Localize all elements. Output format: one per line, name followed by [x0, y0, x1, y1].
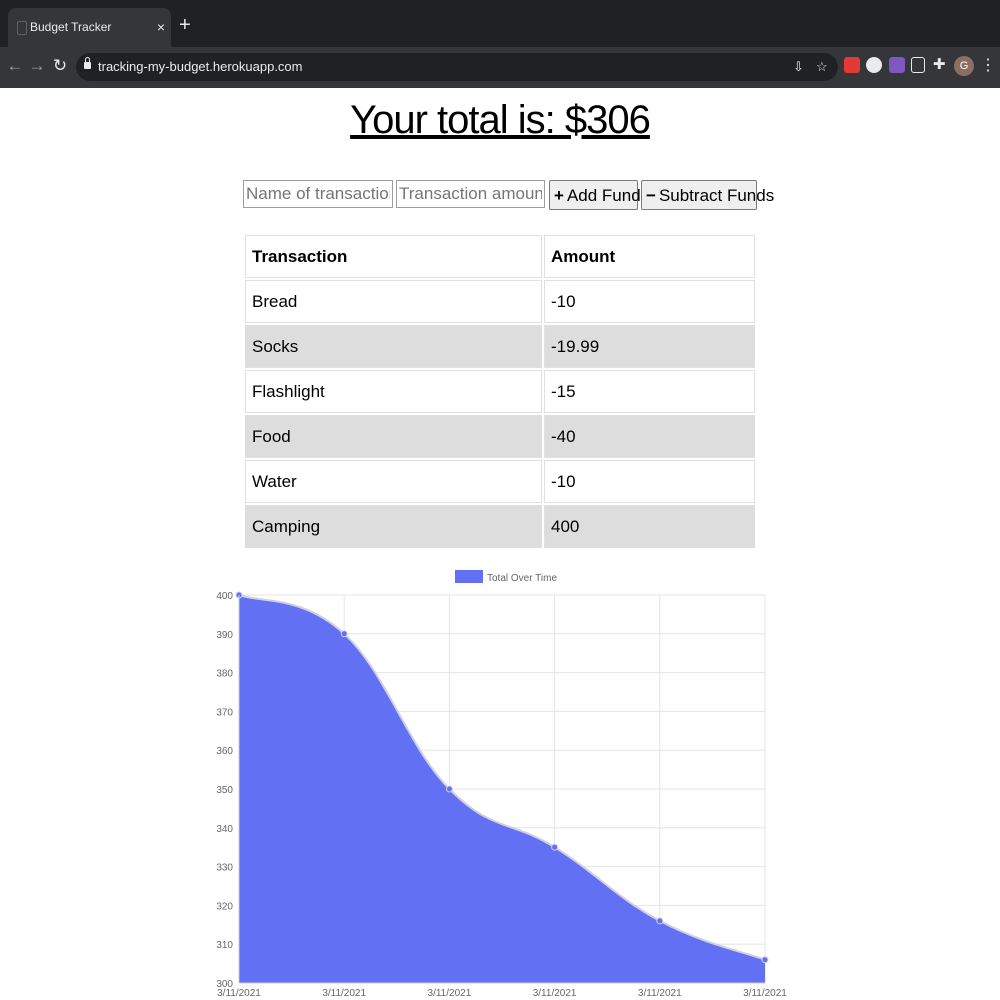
browser-tab-bar: Budget Tracker × + [0, 0, 1000, 47]
back-icon[interactable]: ← [5, 56, 25, 76]
install-icon[interactable]: ⇩ [793, 57, 804, 77]
extension-icon-bars[interactable] [889, 57, 905, 73]
avatar[interactable]: G [954, 56, 974, 76]
y-tick-label: 340 [216, 824, 233, 835]
y-tick-label: 380 [216, 669, 233, 680]
extension-icon-red[interactable] [844, 57, 860, 73]
y-tick-label: 370 [216, 707, 233, 718]
data-point [761, 956, 769, 964]
add-funds-label: Add Funds [566, 185, 650, 205]
table-row: Socks -19.99 [245, 325, 755, 368]
transaction-amount-cell: 400 [544, 505, 755, 548]
transaction-name-cell: Flashlight [245, 370, 542, 413]
transaction-name-cell: Food [245, 415, 542, 458]
table-row: Camping 400 [245, 505, 755, 548]
transaction-amount-cell: -19.99 [544, 325, 755, 368]
transaction-amount-cell: -15 [544, 370, 755, 413]
forward-icon[interactable]: → [27, 56, 47, 76]
transaction-name-cell: Camping [245, 505, 542, 548]
extension-icon-circle[interactable] [866, 57, 882, 73]
x-tick-label: 3/11/2021 [638, 988, 682, 999]
bookmark-star-icon[interactable]: ☆ [816, 57, 828, 77]
x-tick-label: 3/11/2021 [217, 988, 261, 999]
data-point [656, 917, 664, 925]
chart-svg: 4003903803703603503403303203103003/11/20… [216, 570, 787, 999]
transaction-name-cell: Water [245, 460, 542, 503]
transaction-amount-input[interactable] [396, 180, 545, 208]
data-point [340, 630, 348, 638]
table-row: Bread -10 [245, 280, 755, 323]
y-tick-label: 330 [216, 863, 233, 874]
column-header-transaction: Transaction [245, 235, 542, 278]
page-content: Your total is: $306 +Add Funds −Subtract… [0, 88, 1000, 1000]
x-tick-label: 3/11/2021 [533, 988, 577, 999]
transactions-table: Transaction Amount Bread -10 Socks -19.9… [243, 233, 757, 550]
transaction-name-input[interactable] [243, 180, 393, 208]
url-text: tracking-my-budget.herokuapp.com [98, 59, 303, 74]
x-tick-label: 3/11/2021 [322, 988, 366, 999]
y-tick-label: 350 [216, 785, 233, 796]
close-tab-icon[interactable]: × [157, 17, 165, 37]
extensions-puzzle-icon[interactable]: ✚ [933, 55, 949, 73]
y-tick-label: 320 [216, 901, 233, 912]
table-header-row: Transaction Amount [245, 235, 755, 278]
page-icon [17, 21, 27, 35]
transaction-amount-cell: -40 [544, 415, 755, 458]
subtract-funds-label: Subtract Funds [658, 185, 775, 205]
lock-icon [84, 57, 91, 69]
legend-swatch [455, 570, 483, 583]
new-tab-button[interactable]: + [179, 15, 191, 35]
legend-label: Total Over Time [487, 573, 557, 584]
menu-icon[interactable]: ⋮ [980, 56, 996, 76]
plus-icon: + [554, 185, 564, 205]
x-tick-label: 3/11/2021 [743, 988, 787, 999]
reload-icon[interactable]: ↻ [50, 56, 70, 76]
table-row: Water -10 [245, 460, 755, 503]
add-funds-button[interactable]: + Add Funds [549, 180, 649, 210]
transaction-amount-cell: -10 [544, 460, 755, 503]
table-row: Flashlight -15 [245, 370, 755, 413]
total-over-time-chart: 400 390 380 370 360 350 340 330 320 310 300 3/11/20… [200, 566, 800, 1000]
browser-toolbar: ← → ↻ tracking-my-budget.herokuapp.com ⇩… [0, 47, 1000, 88]
y-tick-label: 400 [216, 591, 233, 602]
table-row: Food -40 [245, 415, 755, 458]
x-tick-label: 3/11/2021 [428, 988, 472, 999]
extension-icon-box[interactable] [911, 57, 925, 73]
tab-title: Budget Tracker [30, 20, 112, 34]
address-bar[interactable]: tracking-my-budget.herokuapp.com ⇩ ☆ [76, 53, 838, 81]
page-title: Your total is: $306 [350, 98, 651, 142]
transaction-amount-cell: -10 [544, 280, 755, 323]
browser-tab[interactable]: Budget Tracker × [8, 8, 171, 47]
subtract-funds-button[interactable]: − Subtract Funds [641, 180, 774, 210]
minus-icon: − [646, 185, 656, 205]
data-point [551, 843, 559, 851]
y-tick-label: 360 [216, 746, 233, 757]
column-header-amount: Amount [544, 235, 755, 278]
transaction-name-cell: Socks [245, 325, 542, 368]
transaction-name-cell: Bread [245, 280, 542, 323]
data-point [445, 785, 453, 793]
y-tick-label: 390 [216, 630, 233, 641]
y-tick-label: 310 [216, 940, 233, 951]
